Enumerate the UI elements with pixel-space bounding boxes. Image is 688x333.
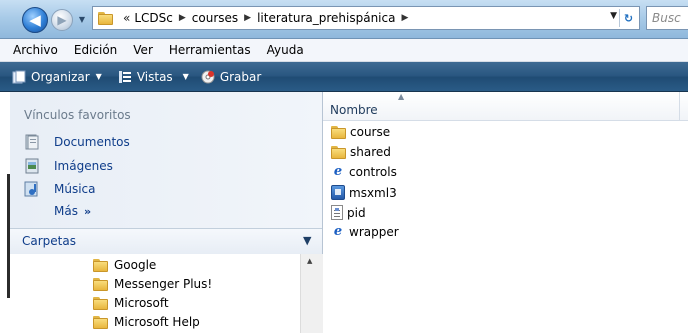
column-header-name[interactable] [323, 92, 688, 121]
folders-header: Carpetas [22, 234, 76, 248]
burn-disc-icon [201, 70, 215, 84]
more-label: Más [54, 204, 78, 218]
file-row-controls[interactable]: e controls [331, 164, 397, 180]
breadcrumb-arrow-icon[interactable]: ▶ [244, 13, 251, 23]
breadcrumb-courses[interactable]: courses [192, 11, 238, 25]
music-icon [24, 181, 40, 197]
tree-scrollbar[interactable]: ▲ [300, 254, 323, 333]
file-row-wrapper[interactable]: e wrapper [331, 224, 399, 240]
tree-item-google[interactable]: Google [93, 258, 156, 272]
favorite-musica[interactable]: Música [24, 181, 96, 197]
double-chevron-icon: » [83, 205, 92, 218]
views-icon [118, 70, 132, 84]
tree-item-label: Microsoft Help [114, 315, 200, 329]
file-name: pid [347, 205, 366, 220]
column-divider[interactable] [679, 92, 680, 120]
sort-ascending-icon: ▲ [398, 92, 405, 101]
organize-icon [12, 70, 26, 84]
documents-icon [24, 134, 40, 150]
file-name: wrapper [349, 225, 399, 239]
chevron-down-icon: ▼ [95, 72, 102, 81]
folder-icon [331, 125, 346, 139]
file-name: controls [349, 165, 397, 179]
tree-item-messenger-plus[interactable]: Messenger Plus! [93, 277, 212, 291]
chevron-down-icon: ▼ [182, 72, 189, 81]
file-name: course [350, 125, 391, 139]
ie-html-icon: e [333, 164, 343, 179]
scroll-up-icon[interactable]: ▲ [307, 257, 312, 265]
breadcrumb-arrow-icon[interactable]: ▶ [179, 13, 186, 23]
refresh-icon[interactable]: ↻ [619, 9, 637, 27]
forward-button[interactable]: ▶ [51, 9, 73, 31]
chevron-down-icon: ▼ [78, 14, 86, 24]
folder-icon [93, 258, 108, 272]
menu-archivo[interactable]: Archivo [10, 43, 61, 57]
favorite-label: Música [54, 182, 96, 196]
file-row-course[interactable]: course [331, 125, 390, 139]
tree-item-label: Messenger Plus! [114, 277, 213, 291]
address-bar-area: ◀ ▶ ▼ « LCDSc ▶ courses ▶ literatura_pre… [0, 0, 688, 39]
file-row-msxml3[interactable]: msxml3 [331, 185, 397, 200]
organize-button[interactable]: Organizar ▼ [12, 70, 102, 84]
window-left-edge [0, 92, 10, 333]
views-label: Vistas [136, 69, 173, 84]
address-dropdown-icon[interactable]: ▼ [610, 11, 617, 21]
favorites-more-link[interactable]: Más » [54, 204, 91, 218]
tree-item-label: Google [114, 258, 157, 272]
favorite-documentos[interactable]: Documentos [24, 134, 130, 150]
command-bar: Organizar ▼ Vistas ▼ Grabar [0, 62, 688, 92]
search-input[interactable]: Busc [646, 6, 688, 30]
tree-item-label: Microsoft [114, 296, 169, 310]
menu-ver[interactable]: Ver [130, 43, 156, 57]
pictures-icon [24, 158, 40, 174]
burn-button[interactable]: Grabar [201, 69, 262, 84]
breadcrumb-overflow[interactable]: « [123, 11, 130, 25]
burn-label: Grabar [219, 69, 262, 84]
organize-label: Organizar [31, 69, 90, 84]
back-arrow-icon: ◀ [29, 11, 41, 29]
folder-icon [93, 277, 108, 291]
folder-icon [98, 11, 113, 25]
menu-bar: Archivo Edición Ver Herramientas Ayuda [0, 39, 688, 62]
text-file-icon [331, 205, 343, 220]
favorite-label: Documentos [54, 135, 130, 149]
folder-icon [93, 296, 108, 310]
breadcrumb-arrow-icon[interactable]: ▶ [401, 13, 408, 23]
file-row-pid[interactable]: pid [331, 205, 366, 220]
tree-item-microsoft-help[interactable]: Microsoft Help [93, 315, 200, 329]
views-button[interactable]: Vistas ▼ [118, 70, 189, 84]
breadcrumb-literatura[interactable]: literatura_prehispánica [257, 11, 395, 25]
installer-icon [331, 185, 345, 200]
file-name: shared [350, 145, 391, 159]
folder-icon [331, 145, 346, 159]
favorites-header: Vínculos favoritos [24, 108, 131, 122]
file-row-shared[interactable]: shared [331, 145, 391, 159]
back-button[interactable]: ◀ [22, 7, 48, 33]
column-name-label: Nombre [330, 103, 378, 117]
chevron-down-icon[interactable]: ▼ [303, 234, 311, 247]
ie-html-icon: e [333, 224, 343, 239]
favorite-imagenes[interactable]: Imágenes [24, 158, 113, 174]
file-name: msxml3 [349, 185, 397, 200]
menu-ayuda[interactable]: Ayuda [264, 43, 307, 57]
recent-pages-dropdown[interactable]: ▼ [77, 12, 87, 26]
menu-edicion[interactable]: Edición [71, 43, 120, 57]
favorite-label: Imágenes [54, 159, 113, 173]
forward-arrow-icon: ▶ [57, 13, 67, 27]
breadcrumb-lcdsc[interactable]: LCDSc [134, 11, 173, 25]
menu-herramientas[interactable]: Herramientas [166, 43, 254, 57]
address-input[interactable]: « LCDSc ▶ courses ▶ literatura_prehispán… [92, 6, 640, 30]
tree-item-microsoft[interactable]: Microsoft [93, 296, 169, 310]
folder-icon [93, 315, 108, 329]
search-placeholder: Busc [652, 11, 681, 25]
